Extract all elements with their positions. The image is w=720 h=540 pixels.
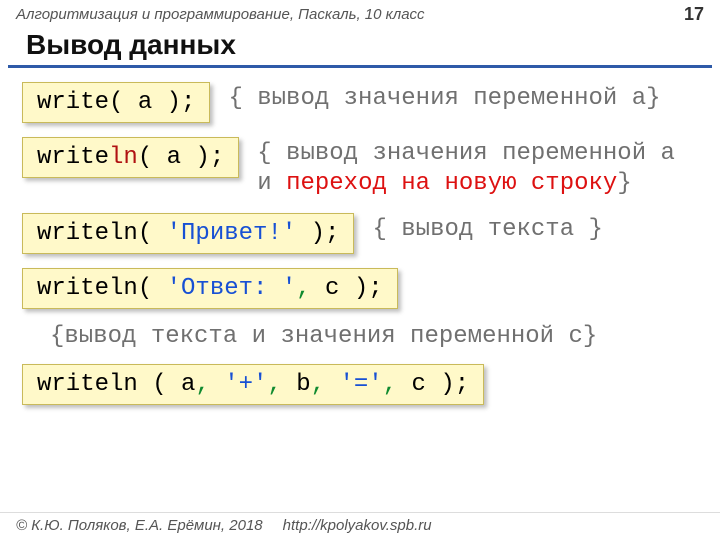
page-number: 17 [684,4,704,25]
code-string: '=' [340,371,383,398]
code-comment: { вывод значения переменной a} [228,82,698,114]
code-text: write [37,144,109,171]
code-box: writeln ( a, '+', b, '=', c ); [22,364,484,405]
code-box: write( a ); [22,82,210,123]
comment-highlight: переход на новую строку [286,170,617,197]
slide-footer: © К.Ю. Поляков, Е.А. Ерёмин, 2018 http:/… [0,512,720,540]
example-row: writeln( a ); { вывод значения переменно… [22,137,698,199]
page-title: Вывод данных [8,27,712,68]
content-area: write( a ); { вывод значения переменной … [0,82,720,405]
example-row: write( a ); { вывод значения переменной … [22,82,698,123]
code-text: c ); [311,275,383,302]
example-row: writeln( 'Привет!' ); { вывод текста } [22,213,698,254]
code-text: c ); [412,371,470,398]
breadcrumb: Алгоритмизация и программирование, Паска… [16,6,425,23]
code-text: ); [296,220,339,247]
code-box: writeln( a ); [22,137,239,178]
comment-text: } [617,170,631,197]
copyright: © К.Ю. Поляков, Е.А. Ерёмин, 2018 [16,517,263,534]
code-string: '+' [224,371,267,398]
code-text: write( a ); [37,89,195,116]
example-row: writeln( 'Ответ: ', c ); [22,268,698,309]
code-comma: , [195,371,209,398]
code-comma: , [267,371,281,398]
code-text: writeln( [37,220,167,247]
code-comma: , [311,371,325,398]
code-text: ( a ); [138,144,224,171]
code-text: writeln( [37,275,167,302]
code-text: writeln ( a [37,371,195,398]
code-box: writeln( 'Ответ: ', c ); [22,268,398,309]
code-comma: , [296,275,310,302]
code-string: 'Ответ: ' [167,275,297,302]
code-string: 'Привет!' [167,220,297,247]
code-box: writeln( 'Привет!' ); [22,213,354,254]
code-comment: { вывод значения переменной a и переход … [257,137,698,199]
example-row: writeln ( a, '+', b, '=', c ); [22,364,698,405]
footer-url: http://kpolyakov.spb.ru [283,517,432,534]
code-comment: {вывод текста и значения переменной c} [50,323,698,350]
comment-text: { вывод значения переменной a} [228,85,660,112]
code-text-highlight: ln [109,144,138,171]
code-text: b [296,371,310,398]
code-comma: , [383,371,397,398]
comment-text: { вывод текста } [372,216,602,243]
slide-header: Алгоритмизация и программирование, Паска… [0,0,720,27]
code-comment: { вывод текста } [372,213,698,245]
